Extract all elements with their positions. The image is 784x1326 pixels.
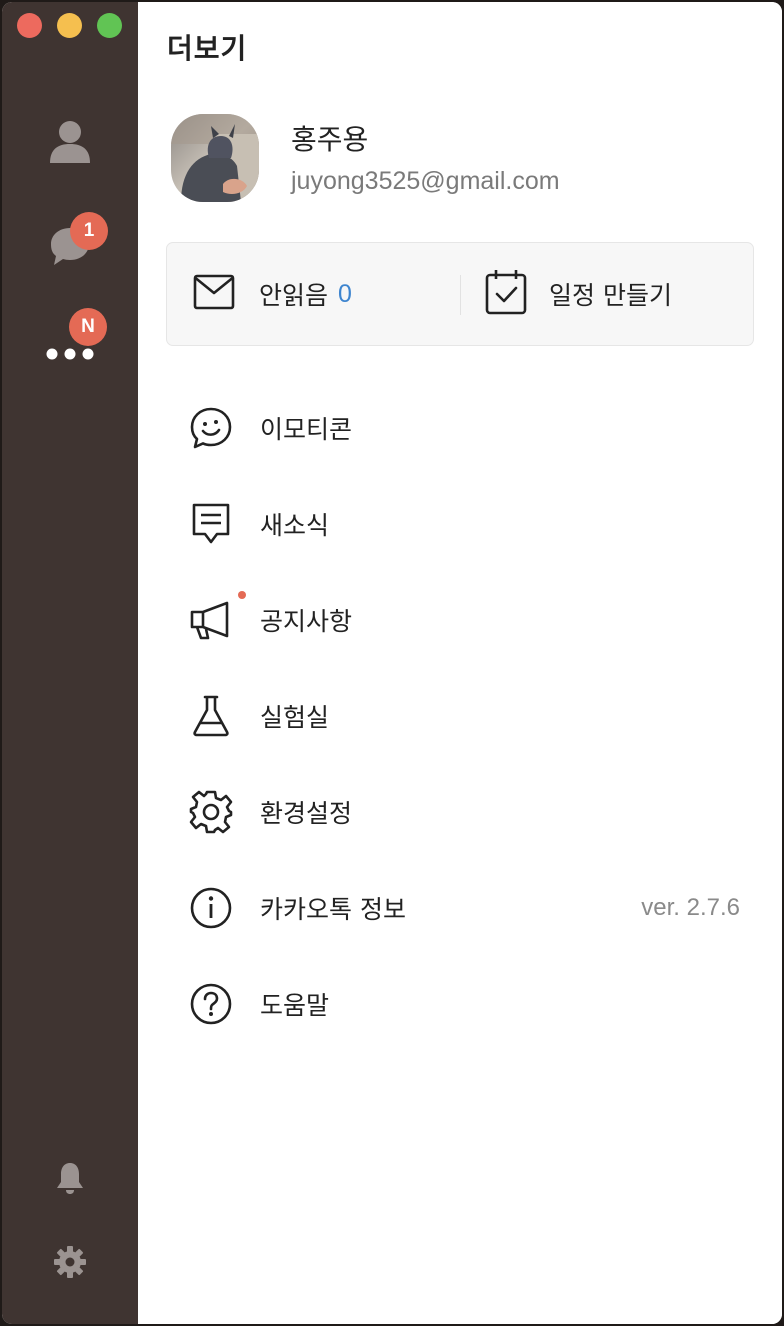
menu-item-news[interactable]: 새소식 [188,493,748,555]
menu-label-notices: 공지사항 [260,607,353,636]
version-text: ver. 2.7.6 [641,894,740,921]
info-icon [188,885,234,931]
menu-item-lab[interactable]: 실험실 [188,685,748,747]
chats-unread-badge: 1 [70,212,108,250]
envelope-icon [193,274,235,314]
quick-actions: 안읽음 0 일정 만들기 [166,242,754,346]
menu-label-help: 도움말 [260,991,330,1020]
unread-label: 안읽음 [259,281,329,310]
settings-button[interactable] [32,1232,108,1292]
menu-label-about: 카카오톡 정보 [260,895,406,924]
my-profile[interactable]: 홍주용 juyong3525@gmail.com [171,114,731,206]
gear-icon [188,789,234,835]
megaphone-icon [188,591,246,643]
zoom-window-button[interactable] [97,13,122,38]
calendar-check-icon [485,269,527,319]
emoticon-icon [188,405,234,451]
more-new-badge: N [69,308,107,346]
bell-icon [55,1161,85,1195]
unread-count: 0 [338,279,352,308]
unread-button[interactable]: 안읽음 0 [193,243,433,345]
profile-email: juyong3525@gmail.com [291,167,560,195]
notifications-button[interactable] [32,1148,108,1208]
menu-label-emoticons: 이모티콘 [260,415,353,444]
news-icon [188,501,234,547]
more-dots-icon [46,347,94,361]
minimize-window-button[interactable] [57,13,82,38]
person-icon [49,119,91,165]
friends-tab[interactable] [32,112,108,172]
help-icon [188,981,234,1027]
close-window-button[interactable] [17,13,42,38]
more-panel: 더보기 홍주용 juyong3525@gmail.com 안읽음 0 일정 만들… [138,2,782,1324]
sidebar: 1 N [2,2,138,1324]
gear-icon [53,1245,87,1279]
flask-icon [188,693,234,739]
profile-name: 홍주용 [291,123,369,156]
menu-item-about[interactable]: 카카오톡 정보 ver. 2.7.6 [188,877,748,939]
page-title: 더보기 [167,32,248,65]
menu-item-settings[interactable]: 환경설정 [188,781,748,843]
menu-item-emoticons[interactable]: 이모티콘 [188,397,748,459]
menu-label-settings: 환경설정 [260,799,353,828]
new-dot [238,591,246,599]
menu-label-lab: 실험실 [260,703,330,732]
create-schedule-button[interactable]: 일정 만들기 [485,243,725,345]
menu-item-help[interactable]: 도움말 [188,973,748,1035]
menu-label-news: 새소식 [260,511,330,540]
app-window: 1 N 더보기 홍주용 juyong3525@gmail.com 안읽음 0 일… [2,2,782,1324]
avatar [171,114,259,202]
divider [460,275,461,315]
create-schedule-label: 일정 만들기 [549,281,672,310]
menu-item-notices[interactable]: 공지사항 [188,589,748,651]
